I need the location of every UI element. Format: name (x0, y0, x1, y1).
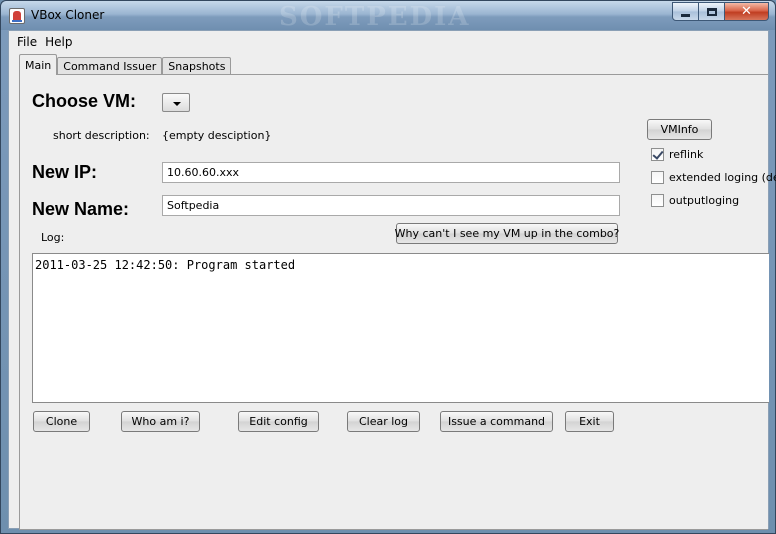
extended-logging-option[interactable]: extended loging (debu (651, 171, 776, 184)
tab-strip: Main Command Issuer Snapshots (19, 54, 232, 75)
tab-snapshots[interactable]: Snapshots (162, 57, 232, 75)
short-description-value: {empty desciption} (162, 129, 272, 142)
maximize-button[interactable] (699, 2, 725, 21)
short-description-label: short description: (53, 129, 150, 142)
menu-help[interactable]: Help (41, 35, 76, 49)
extended-logging-checkbox[interactable] (651, 171, 664, 184)
menu-bar: File Help (9, 31, 768, 53)
minimize-icon (681, 13, 690, 17)
minimize-button[interactable] (672, 2, 699, 21)
new-ip-field[interactable] (162, 162, 620, 183)
window-title: VBox Cloner (31, 8, 105, 22)
log-textarea[interactable]: 2011-03-25 12:42:50: Program started (32, 253, 769, 403)
issue-command-button[interactable]: Issue a command (440, 411, 553, 432)
edit-config-button[interactable]: Edit config (238, 411, 319, 432)
client-area: File Help Main Command Issuer Snapshots … (8, 30, 776, 530)
vm-combo[interactable] (162, 93, 190, 112)
new-name-label: New Name: (32, 199, 130, 219)
window-controls: ✕ (672, 2, 769, 21)
java-app-icon[interactable] (9, 8, 25, 24)
maximize-icon (706, 7, 717, 16)
extended-logging-label: extended loging (debu (669, 171, 776, 184)
why-vm-not-listed-button[interactable]: Why can't I see my VM up in the combo? (395, 223, 619, 244)
main-panel: Choose VM: short description: {empty des… (19, 74, 776, 530)
output-logging-label: outputloging (669, 194, 740, 207)
app-window: VBox Cloner SOFTPEDIA ✕ File Help Main C… (0, 0, 776, 534)
clone-button[interactable]: Clone (33, 411, 90, 432)
reflink-checkbox[interactable] (651, 148, 664, 161)
exit-button[interactable]: Exit (565, 411, 614, 432)
vminfo-button[interactable]: VMInfo (647, 119, 712, 140)
clear-log-button[interactable]: Clear log (347, 411, 420, 432)
who-am-i-button[interactable]: Who am i? (121, 411, 200, 432)
close-icon: ✕ (741, 4, 752, 19)
new-ip-label: New IP: (32, 162, 98, 182)
title-bar[interactable]: VBox Cloner SOFTPEDIA ✕ (1, 1, 775, 32)
softpedia-watermark: SOFTPEDIA (279, 2, 471, 32)
output-logging-option[interactable]: outputloging (651, 194, 739, 207)
log-label: Log: (41, 231, 65, 244)
menu-file[interactable]: File (13, 35, 41, 49)
close-button[interactable]: ✕ (725, 2, 769, 21)
choose-vm-label: Choose VM: (32, 91, 137, 111)
tab-command-issuer[interactable]: Command Issuer (57, 57, 163, 75)
reflink-option[interactable]: reflink (651, 148, 703, 161)
tab-main[interactable]: Main (19, 54, 58, 75)
reflink-label: reflink (669, 148, 704, 161)
new-name-field[interactable] (162, 195, 620, 216)
output-logging-checkbox[interactable] (651, 194, 664, 207)
